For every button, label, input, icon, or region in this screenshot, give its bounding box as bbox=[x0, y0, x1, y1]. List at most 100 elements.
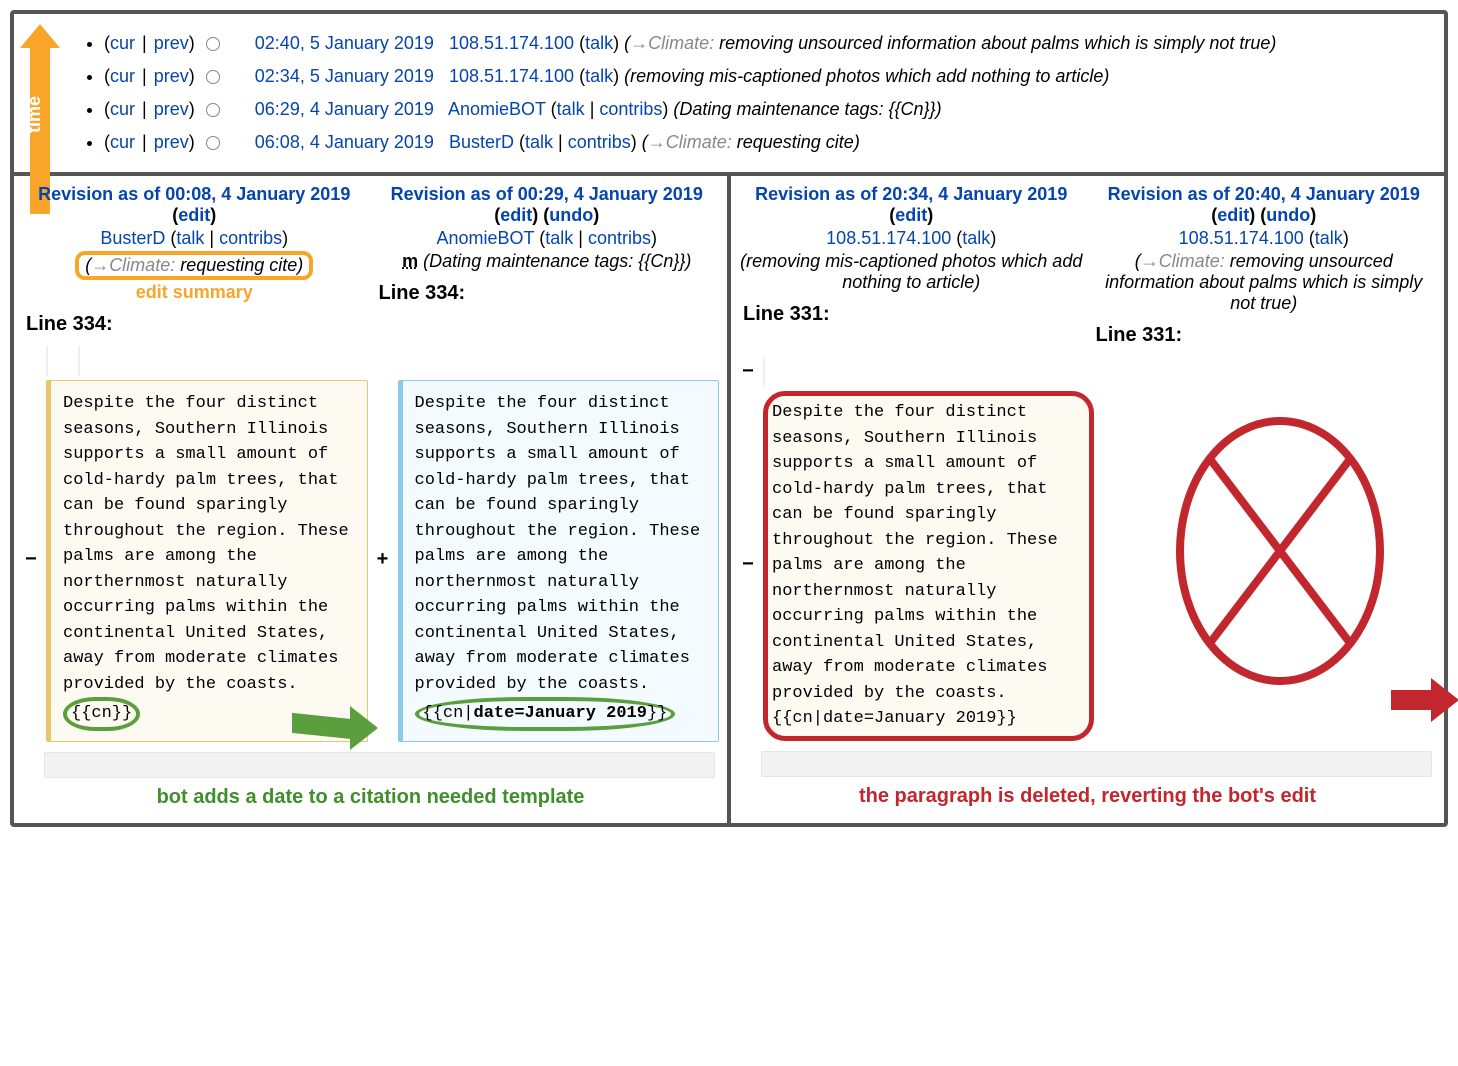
diff-added-marker: + bbox=[374, 380, 392, 742]
user-link[interactable]: BusterD bbox=[449, 132, 514, 152]
section-link[interactable]: →Climate: bbox=[648, 132, 732, 152]
diff-removed-marker: − bbox=[739, 357, 757, 387]
cur-link[interactable]: cur bbox=[110, 99, 135, 119]
diff-context-cell bbox=[78, 346, 80, 376]
user-link[interactable]: BusterD bbox=[100, 228, 165, 248]
section-link[interactable]: →Climate: bbox=[1141, 251, 1225, 271]
minor-edit-flag: m bbox=[402, 251, 418, 271]
diff-panels: Revision as of 00:08, 4 January 2019 (ed… bbox=[14, 176, 1444, 823]
cur-link[interactable]: cur bbox=[110, 66, 135, 86]
user-link[interactable]: 108.51.174.100 bbox=[826, 228, 951, 248]
section-link[interactable]: →Climate: bbox=[91, 255, 175, 275]
prev-link[interactable]: prev bbox=[154, 99, 189, 119]
template-highlight: {{cn}} bbox=[63, 697, 140, 731]
edit-summary-highlight: (→Climate: requesting cite) bbox=[75, 251, 313, 280]
edit-link[interactable]: edit bbox=[1217, 205, 1249, 225]
diff-new-column: Revision as of 00:29, 4 January 2019 (ed… bbox=[375, 184, 720, 342]
user-link[interactable]: 108.51.174.100 bbox=[449, 33, 574, 53]
diff-marker bbox=[771, 357, 789, 387]
compare-radio[interactable] bbox=[206, 70, 220, 84]
user-link[interactable]: 108.51.174.100 bbox=[449, 66, 574, 86]
revision-title: Revision as of 20:40, 4 January 2019 (ed… bbox=[1092, 184, 1437, 226]
contribs-link[interactable]: contribs bbox=[219, 228, 282, 248]
user-link[interactable]: 108.51.174.100 bbox=[1179, 228, 1304, 248]
history-entry: (cur | prev) 06:29, 4 January 2019 Anomi… bbox=[104, 96, 1434, 123]
figure-container: time (cur | prev) 02:40, 5 January 2019 … bbox=[10, 10, 1448, 827]
annotation-red: the paragraph is deleted, reverting the … bbox=[739, 785, 1436, 808]
diff-added-cell: Despite the four distinct seasons, South… bbox=[398, 380, 720, 742]
compare-radio[interactable] bbox=[206, 103, 220, 117]
user-link[interactable]: AnomieBOT bbox=[437, 228, 535, 248]
revision-title: Revision as of 00:29, 4 January 2019 (ed… bbox=[375, 184, 720, 226]
diff-deleted-placeholder bbox=[1124, 391, 1437, 741]
line-number: Line 334: bbox=[26, 313, 367, 336]
edit-summary: (Dating maintenance tags: {{Cn}}) bbox=[423, 251, 691, 271]
talk-link[interactable]: talk bbox=[585, 33, 613, 53]
diff-new-column: Revision as of 20:40, 4 January 2019 (ed… bbox=[1092, 184, 1437, 353]
diff-context-cell bbox=[46, 346, 48, 376]
edit-link[interactable]: edit bbox=[500, 205, 532, 225]
diff-empty-cell bbox=[795, 357, 1436, 387]
history-entry: (cur | prev) 02:34, 5 January 2019 108.5… bbox=[104, 63, 1434, 90]
edit-link[interactable]: edit bbox=[895, 205, 927, 225]
edit-link[interactable]: edit bbox=[178, 205, 210, 225]
undo-link[interactable]: undo bbox=[549, 205, 593, 225]
revision-history-panel: time (cur | prev) 02:40, 5 January 2019 … bbox=[14, 14, 1444, 176]
revision-timestamp-link[interactable]: 02:40, 5 January 2019 bbox=[255, 33, 434, 53]
undo-link[interactable]: undo bbox=[1266, 205, 1310, 225]
talk-link[interactable]: talk bbox=[1315, 228, 1343, 248]
user-link[interactable]: AnomieBOT bbox=[448, 99, 546, 119]
diff-panel-right: Revision as of 20:34, 4 January 2019 (ed… bbox=[731, 176, 1444, 823]
history-list: (cur | prev) 02:40, 5 January 2019 108.5… bbox=[74, 30, 1434, 156]
history-entry: (cur | prev) 02:40, 5 January 2019 108.5… bbox=[104, 30, 1434, 57]
edit-summary: (Dating maintenance tags: {{Cn}}) bbox=[673, 99, 941, 119]
contribs-link[interactable]: contribs bbox=[599, 99, 662, 119]
talk-link[interactable]: talk bbox=[525, 132, 553, 152]
edit-summary: (→Climate: requesting cite) bbox=[642, 132, 860, 152]
diff-removed-marker: − bbox=[22, 380, 40, 742]
section-link[interactable]: →Climate: bbox=[630, 33, 714, 53]
cur-link[interactable]: cur bbox=[110, 132, 135, 152]
talk-link[interactable]: talk bbox=[962, 228, 990, 248]
diff-marker bbox=[22, 346, 40, 376]
annotation-green: bot adds a date to a citation needed tem… bbox=[22, 786, 719, 809]
template-highlight: {{cn|date=January 2019}} bbox=[415, 697, 676, 731]
diff-removed-marker: − bbox=[739, 391, 757, 741]
revision-title: Revision as of 20:34, 4 January 2019 (ed… bbox=[739, 184, 1084, 226]
diff-removed-cell: Despite the four distinct seasons, South… bbox=[46, 380, 368, 742]
diff-old-column: Revision as of 20:34, 4 January 2019 (ed… bbox=[739, 184, 1084, 353]
diff-removed-cell bbox=[763, 357, 765, 387]
edit-summary: (→Climate: removing unsourced informatio… bbox=[1092, 251, 1437, 314]
edit-summary-caption: edit summary bbox=[22, 282, 367, 303]
diff-marker bbox=[54, 346, 72, 376]
edit-summary: (removing mis-captioned photos which add… bbox=[739, 251, 1084, 293]
edit-summary: (removing mis-captioned photos which add… bbox=[624, 66, 1109, 86]
line-number: Line 331: bbox=[1096, 324, 1437, 347]
revision-title: Revision as of 00:08, 4 January 2019 (ed… bbox=[22, 184, 367, 226]
compare-radio[interactable] bbox=[206, 37, 220, 51]
contribs-link[interactable]: contribs bbox=[588, 228, 651, 248]
talk-link[interactable]: talk bbox=[585, 66, 613, 86]
diff-removed-paragraph: Despite the four distinct seasons, South… bbox=[763, 391, 1094, 741]
edit-summary: (→Climate: removing unsourced informatio… bbox=[624, 33, 1276, 53]
line-number: Line 334: bbox=[379, 282, 720, 305]
talk-link[interactable]: talk bbox=[176, 228, 204, 248]
talk-link[interactable]: talk bbox=[557, 99, 585, 119]
compare-radio[interactable] bbox=[206, 136, 220, 150]
diff-panel-left: Revision as of 00:08, 4 January 2019 (ed… bbox=[14, 176, 731, 823]
revision-timestamp-link[interactable]: 02:34, 5 January 2019 bbox=[255, 66, 434, 86]
red-arrow-icon bbox=[1391, 676, 1458, 724]
contribs-link[interactable]: contribs bbox=[568, 132, 631, 152]
history-entry: (cur | prev) 06:08, 4 January 2019 Buste… bbox=[104, 129, 1434, 156]
prev-link[interactable]: prev bbox=[154, 33, 189, 53]
diff-old-column: Revision as of 00:08, 4 January 2019 (ed… bbox=[22, 184, 367, 342]
cur-link[interactable]: cur bbox=[110, 33, 135, 53]
red-x-icon bbox=[1170, 411, 1390, 691]
prev-link[interactable]: prev bbox=[154, 132, 189, 152]
prev-link[interactable]: prev bbox=[154, 66, 189, 86]
talk-link[interactable]: talk bbox=[545, 228, 573, 248]
revision-timestamp-link[interactable]: 06:08, 4 January 2019 bbox=[255, 132, 434, 152]
diff-footer-bar bbox=[761, 751, 1432, 777]
time-arrow-label: time bbox=[24, 96, 45, 133]
revision-timestamp-link[interactable]: 06:29, 4 January 2019 bbox=[255, 99, 434, 119]
